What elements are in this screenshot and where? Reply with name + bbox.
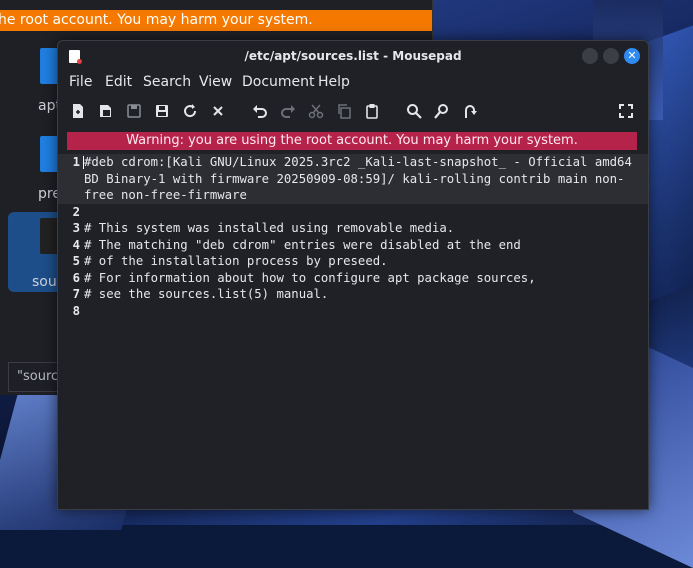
line-text: # of the installation process by preseed…: [84, 254, 388, 268]
editor-line: 7 # see the sources.list(5) manual.: [58, 286, 648, 303]
editor-line: 5 # of the installation process by prese…: [58, 253, 648, 270]
editor-line: free non-free-firmware: [58, 187, 648, 204]
reload-icon[interactable]: [180, 101, 200, 121]
fullscreen-icon[interactable]: [616, 101, 636, 121]
window-title: /etc/apt/sources.list - Mousepad: [244, 49, 462, 63]
cut-icon[interactable]: [306, 101, 326, 121]
editor-line: 1 #deb cdrom:[Kali GNU/Linux 2025.3rc2 _…: [58, 154, 648, 171]
go-to-line-icon[interactable]: [460, 101, 480, 121]
menu-file[interactable]: File: [69, 71, 92, 93]
close-icon[interactable]: [208, 101, 228, 121]
menu-help[interactable]: Help: [318, 71, 350, 93]
line-text: BD Binary-1 with firmware 20250909-08:59…: [84, 171, 625, 186]
new-document-icon[interactable]: [68, 101, 88, 121]
line-number: 3: [72, 221, 80, 235]
title-bar[interactable]: /etc/apt/sources.list - Mousepad ✕: [58, 41, 648, 71]
menu-edit[interactable]: Edit: [105, 71, 132, 93]
editor-line: 2: [58, 204, 648, 221]
menu-search[interactable]: Search: [143, 71, 191, 93]
save-icon[interactable]: [124, 101, 144, 121]
new-window-icon[interactable]: [96, 101, 116, 121]
copy-icon[interactable]: [334, 101, 354, 121]
line-number: 2: [72, 204, 80, 219]
file-manager-root-warning: he root account. You may harm your syste…: [0, 10, 432, 31]
text-cursor: [83, 156, 84, 169]
save-as-icon[interactable]: [152, 101, 172, 121]
root-warning-banner: Warning: you are using the root account.…: [67, 132, 637, 150]
editor-line: 3 # This system was installed using remo…: [58, 220, 648, 237]
line-number: 5: [72, 254, 80, 268]
text-editor[interactable]: 1 #deb cdrom:[Kali GNU/Linux 2025.3rc2 _…: [58, 154, 648, 509]
menu-document[interactable]: Document: [242, 71, 315, 93]
undo-icon[interactable]: [250, 101, 270, 121]
editor-line: 6 # For information about how to configu…: [58, 270, 648, 287]
line-text: # This system was installed using remova…: [84, 221, 455, 235]
line-number: 1: [72, 155, 80, 169]
menu-bar: File Edit Search View Document Help: [58, 71, 648, 93]
replace-icon[interactable]: [432, 101, 452, 121]
line-number: 7: [72, 287, 80, 301]
redo-icon[interactable]: [278, 101, 298, 121]
minimize-button[interactable]: [582, 48, 598, 64]
toolbar: [58, 97, 648, 125]
line-number: 6: [72, 270, 80, 285]
line-text: #deb cdrom:[Kali GNU/Linux 2025.3rc2 _Ka…: [84, 155, 632, 169]
editor-line: BD Binary-1 with firmware 20250909-08:59…: [58, 170, 648, 187]
line-number: 4: [72, 237, 80, 252]
line-text: # see the sources.list(5) manual.: [84, 287, 329, 301]
editor-line: 4 # The matching "deb cdrom" entries wer…: [58, 237, 648, 254]
line-number: 8: [72, 303, 80, 318]
maximize-button[interactable]: [603, 48, 619, 64]
search-icon[interactable]: [404, 101, 424, 121]
mousepad-window[interactable]: /etc/apt/sources.list - Mousepad ✕ File …: [57, 40, 649, 510]
line-text: # For information about how to configure…: [84, 270, 536, 285]
menu-view[interactable]: View: [199, 71, 232, 93]
line-text: # The matching "deb cdrom" entries were …: [84, 237, 521, 252]
paste-icon[interactable]: [362, 101, 382, 121]
editor-line: 8: [58, 303, 648, 320]
close-button[interactable]: ✕: [624, 48, 640, 64]
line-text: free non-free-firmware: [84, 188, 247, 202]
